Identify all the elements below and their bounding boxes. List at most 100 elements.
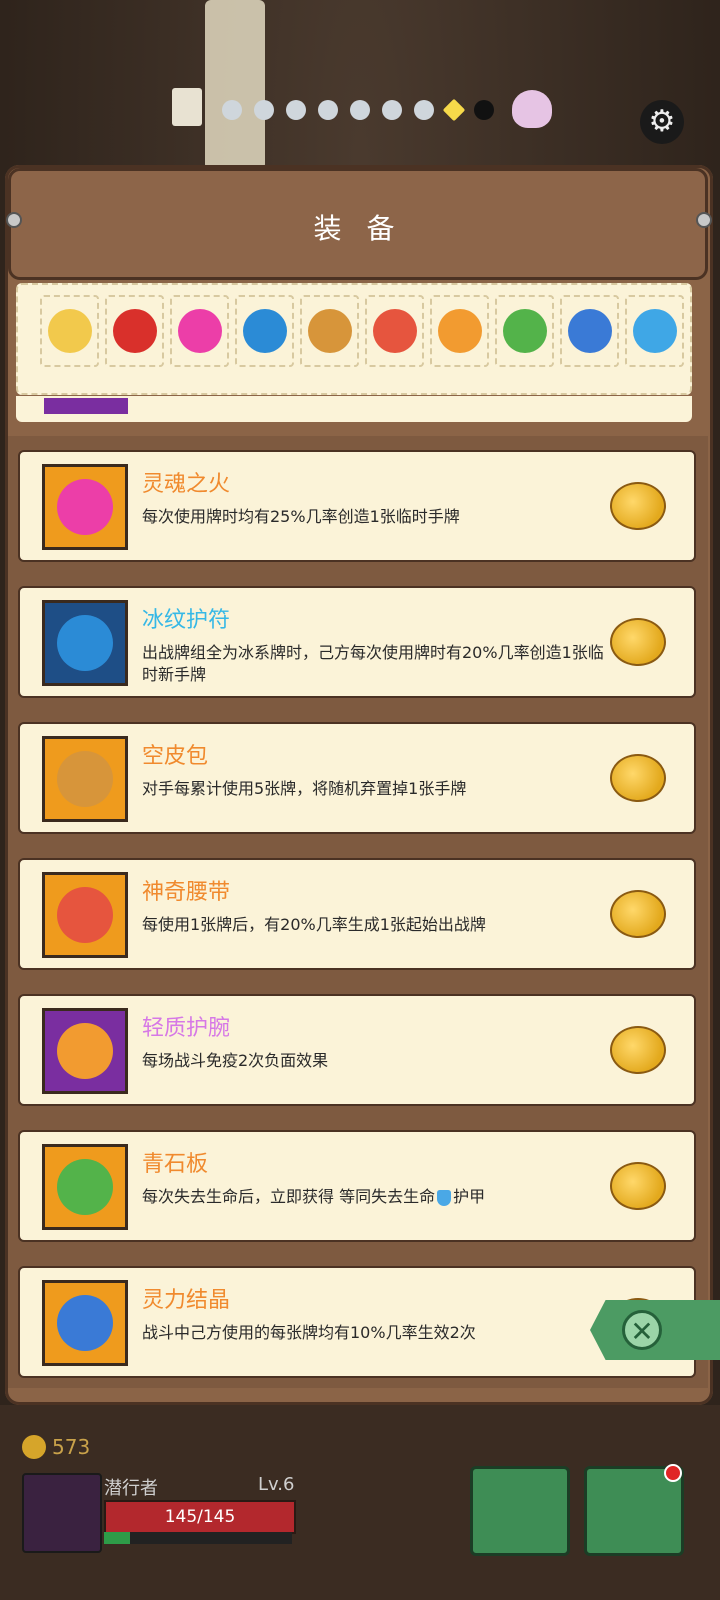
- castle-icon: [172, 88, 202, 126]
- stage-dot: [474, 100, 494, 120]
- equipment-card[interactable]: 神奇腰带 每使用1张牌后，有20%几率生成1张起始出战牌: [18, 858, 696, 970]
- gold-amount: 573: [52, 1435, 91, 1459]
- item-name: 青石板: [142, 1152, 209, 1177]
- item-desc: 战斗中己方使用的每张牌均有10%几率生效2次: [142, 1323, 476, 1342]
- equipment-card[interactable]: 青石板 每次失去生命后，立即获得 等同失去生命 护甲: [18, 1130, 696, 1242]
- blue-crystal-icon: [632, 309, 677, 353]
- xp-bar: [104, 1532, 292, 1544]
- green-slate-icon: [502, 309, 547, 353]
- gold-counter: 573: [22, 1435, 90, 1459]
- sell-coin-icon[interactable]: [610, 1026, 666, 1074]
- nail-icon: [696, 212, 712, 228]
- player-level: Lv.6: [258, 1474, 295, 1495]
- equipment-button[interactable]: [470, 1466, 570, 1556]
- item-thumb: [42, 464, 128, 550]
- item-name: 冰纹护符: [142, 608, 231, 633]
- item-thumb: [42, 1008, 128, 1094]
- item-thumb: [42, 1144, 128, 1230]
- player-avatar[interactable]: [22, 1473, 102, 1553]
- equipment-slot[interactable]: [300, 295, 359, 367]
- item-name: 灵魂之火: [142, 472, 231, 497]
- ice-amulet-icon: [242, 309, 287, 353]
- stage-dot: [318, 100, 338, 120]
- gold-coin-icon: [22, 1435, 46, 1459]
- item-desc: 出战牌组全为冰系牌时，己方每次使用牌时有20%几率创造1张临时新手牌: [142, 643, 604, 684]
- armor-shield-icon: [437, 1189, 452, 1206]
- equipment-slot[interactable]: [40, 295, 99, 367]
- item-thumb: [42, 736, 128, 822]
- equipment-row: 神奇腰带 每使用1张牌后，有20%几率生成1张起始出战牌: [8, 844, 708, 980]
- soul-fire-icon: [177, 309, 222, 353]
- equipment-slot[interactable]: [365, 295, 424, 367]
- map-path: [205, 0, 265, 170]
- panel-title: 装 备: [313, 212, 403, 245]
- item-desc: 对手每累计使用5张牌，将随机弃置掉1张手牌: [142, 779, 467, 798]
- equipment-row: 冰纹护符 出战牌组全为冰系牌时，己方每次使用牌时有20%几率创造1张临时新手牌: [8, 572, 708, 708]
- item-desc: 每场战斗免疫2次负面效果: [142, 1051, 329, 1070]
- light-bracer-icon: [437, 309, 482, 353]
- partial-item-thumb: [44, 398, 128, 414]
- boss-skull-icon: [512, 90, 552, 128]
- notification-dot: [664, 1464, 682, 1482]
- stage-dot: [254, 100, 274, 120]
- equipment-slot[interactable]: [235, 295, 294, 367]
- leather-bag-icon: [57, 751, 113, 807]
- equipment-card[interactable]: 空皮包 对手每累计使用5张牌，将随机弃置掉1张手牌: [18, 722, 696, 834]
- item-desc: 每次使用牌时均有25%几率创造1张临时手牌: [142, 507, 460, 526]
- settings-gear-icon[interactable]: ⚙: [640, 100, 684, 144]
- light-bracer-icon: [57, 1023, 113, 1079]
- leather-bag-icon: [307, 309, 352, 353]
- item-thumb: [42, 872, 128, 958]
- equipment-slot[interactable]: [625, 295, 684, 367]
- equipment-slot[interactable]: [170, 295, 229, 367]
- item-thumb: [42, 600, 128, 686]
- equipment-strip: [16, 283, 692, 395]
- stage-progress: [222, 98, 494, 122]
- item-name: 轻质护腕: [142, 1016, 231, 1041]
- equipment-card[interactable]: 冰纹护符 出战牌组全为冰系牌时，己方每次使用牌时有20%几率创造1张临时新手牌: [18, 586, 696, 698]
- current-stage-diamond: [442, 98, 466, 122]
- equipment-row: 灵魂之火 每次使用牌时均有25%几率创造1张临时手牌: [8, 436, 708, 572]
- item-desc: 每次失去生命后，立即获得 等同失去生命 护甲: [142, 1187, 486, 1206]
- equipment-row: 轻质护腕 每场战斗免疫2次负面效果: [8, 980, 708, 1116]
- red-potion-icon: [112, 309, 157, 353]
- item-name: 空皮包: [142, 744, 209, 769]
- equipment-slot[interactable]: [430, 295, 489, 367]
- item-name: 神奇腰带: [142, 880, 231, 905]
- sell-coin-icon[interactable]: [610, 890, 666, 938]
- sell-coin-icon[interactable]: [610, 482, 666, 530]
- item-name: 灵力结晶: [142, 1288, 231, 1313]
- spirit-crystal-icon: [567, 309, 612, 353]
- equipment-row: 青石板 每次失去生命后，立即获得 等同失去生命 护甲: [8, 1116, 708, 1252]
- magic-belt-icon: [57, 887, 113, 943]
- equipment-row: 空皮包 对手每累计使用5张牌，将随机弃置掉1张手牌: [8, 708, 708, 844]
- stage-dot: [222, 100, 242, 120]
- equipment-card[interactable]: 轻质护腕 每场战斗免疫2次负面效果: [18, 994, 696, 1106]
- stage-dot: [382, 100, 402, 120]
- nail-icon: [6, 212, 22, 228]
- player-name: 潜行者: [104, 1478, 158, 1499]
- sell-coin-icon[interactable]: [610, 1162, 666, 1210]
- equipment-slot[interactable]: [105, 295, 164, 367]
- gold-frame-icon: [47, 309, 92, 353]
- item-thumb: [42, 1280, 128, 1366]
- green-slate-icon: [57, 1159, 113, 1215]
- stage-dot: [350, 100, 370, 120]
- hp-text: 145/145: [164, 1507, 236, 1527]
- equipment-slot[interactable]: [560, 295, 619, 367]
- close-icon[interactable]: ✕: [622, 1310, 662, 1350]
- ice-amulet-icon: [57, 615, 113, 671]
- equipment-slot[interactable]: [495, 295, 554, 367]
- item-desc: 每使用1张牌后，有20%几率生成1张起始出战牌: [142, 915, 486, 934]
- hp-bar: 145/145: [104, 1500, 296, 1534]
- stage-dot: [286, 100, 306, 120]
- sell-coin-icon[interactable]: [610, 754, 666, 802]
- soul-fire-icon: [57, 479, 113, 535]
- stage-dot: [414, 100, 434, 120]
- spirit-crystal-icon: [57, 1295, 113, 1351]
- xp-fill: [104, 1532, 131, 1544]
- panel-header: 装 备: [8, 168, 708, 280]
- equipment-card[interactable]: 灵魂之火 每次使用牌时均有25%几率创造1张临时手牌: [18, 450, 696, 562]
- magic-belt-icon: [372, 309, 417, 353]
- sell-coin-icon[interactable]: [610, 618, 666, 666]
